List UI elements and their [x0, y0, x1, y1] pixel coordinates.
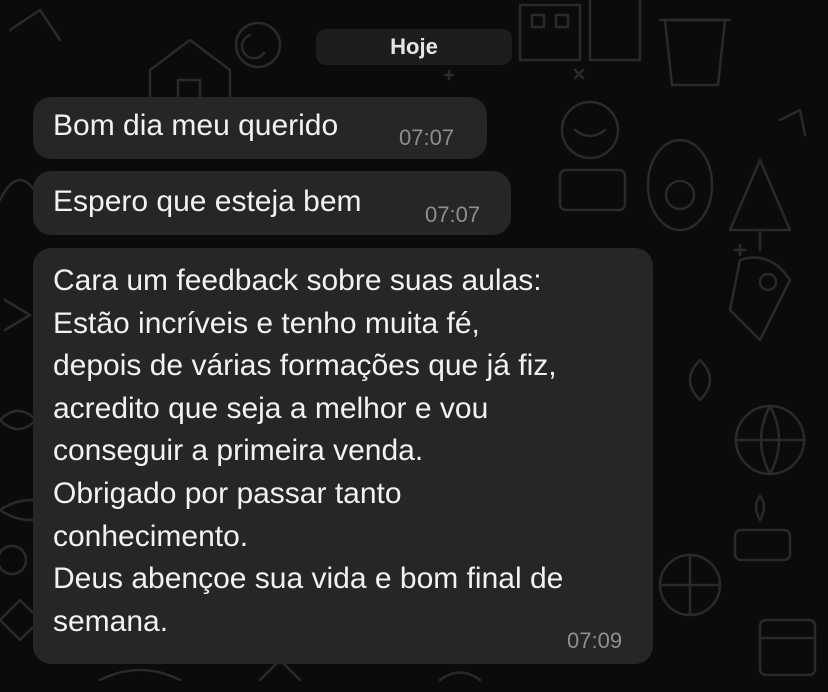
message-text: Espero que esteja bem [53, 185, 362, 218]
date-separator-label: Hoje [390, 34, 438, 59]
message-text: Bom dia meu querido [53, 109, 339, 142]
message-text: Cara um feedback sobre suas aulas: Estão… [53, 264, 564, 638]
message-timestamp: 07:09 [567, 628, 623, 653]
message-bubble[interactable]: Bom dia meu querido 07:07 [33, 97, 487, 159]
message-bubble[interactable]: Cara um feedback sobre suas aulas: Estão… [33, 248, 653, 664]
message-timestamp: 07:07 [399, 125, 455, 150]
message-bubble[interactable]: Espero que esteja bem 07:07 [33, 171, 511, 235]
date-separator: Hoje [316, 29, 512, 65]
message-timestamp: 07:07 [425, 202, 481, 227]
